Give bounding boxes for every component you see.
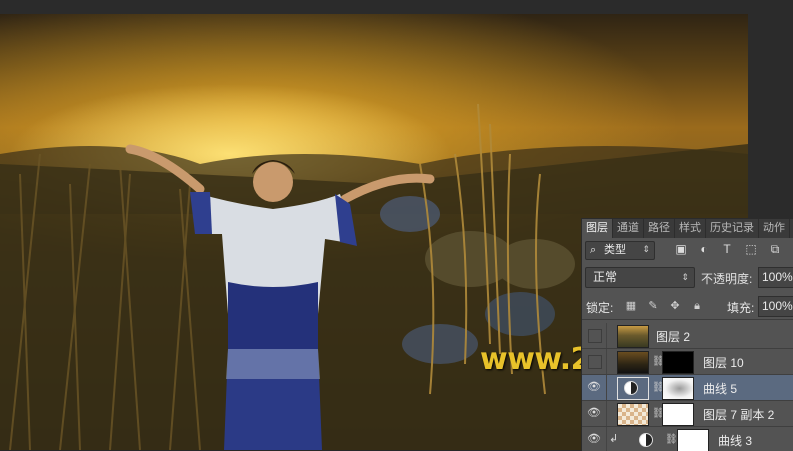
column-divider: [606, 323, 607, 348]
blend-row: 正常 ⇕ 不透明度: 100%: [582, 265, 793, 289]
layer-mask-thumbnail: [662, 351, 694, 374]
layer-name: 曲线 5: [703, 382, 738, 396]
visibility-toggle[interactable]: [588, 355, 602, 369]
lock-row: 锁定: ▦ ✎ ✥ 🔒︎ 填充: 100%: [582, 293, 793, 320]
layer-row[interactable]: 👁︎ ↲ ⛓︎ 曲线 3: [582, 427, 793, 451]
layer-row[interactable]: 👁︎ ⛓︎ 图层 7 副本 2: [582, 401, 793, 427]
lock-transparency-icon[interactable]: ▦: [624, 299, 638, 313]
layer-name: 图层 7 副本 2: [703, 408, 775, 422]
opacity-input[interactable]: 100%: [758, 267, 793, 288]
column-divider: [606, 375, 607, 400]
fill-input[interactable]: 100%: [758, 296, 793, 317]
lock-label: 锁定:: [586, 301, 614, 315]
tab-layers[interactable]: 图层: [582, 219, 613, 238]
layer-name: 图层 10: [703, 356, 744, 370]
blend-mode-value: 正常: [593, 270, 618, 284]
layer-row[interactable]: ⛓︎ 图层 10: [582, 349, 793, 375]
filter-kind-label: 类型: [604, 244, 626, 256]
lock-position-icon[interactable]: ✥: [668, 299, 682, 313]
lock-image-icon[interactable]: ✎: [646, 299, 660, 313]
shape-filter-icon[interactable]: ⬚: [744, 242, 758, 256]
eye-icon[interactable]: 👁︎: [585, 431, 603, 447]
type-filter-icon[interactable]: T: [720, 242, 734, 256]
tab-styles[interactable]: 样式: [675, 219, 706, 238]
layer-mask-thumbnail: [677, 429, 709, 451]
visibility-toggle[interactable]: [588, 329, 602, 343]
tab-actions[interactable]: 动作: [759, 219, 790, 238]
filter-row: ⌕ 类型 ⇕ ▣ ◐ T ⬚ ⧉: [582, 238, 793, 263]
layer-thumbnail: [617, 351, 649, 374]
layer-thumbnail: [617, 403, 649, 426]
layer-mask-thumbnail: [662, 403, 694, 426]
curves-adjustment-icon: [624, 381, 638, 395]
tab-paths[interactable]: 路径: [644, 219, 675, 238]
image-filter-icon[interactable]: ▣: [674, 242, 688, 256]
adjustment-filter-icon[interactable]: ◐: [697, 242, 711, 256]
column-divider: [606, 401, 607, 426]
tab-history[interactable]: 历史记录: [706, 219, 759, 238]
clipping-arrow-icon: ↲: [609, 433, 619, 445]
layer-row[interactable]: 👁︎ ⛓︎ 曲线 5: [582, 375, 793, 401]
updown-arrows-icon: ⇕: [642, 244, 650, 254]
curves-adjustment-icon: [639, 433, 653, 447]
tab-channels[interactable]: 通道: [613, 219, 644, 238]
layer-list: 图层 2 ⛓︎ 图层 10 👁︎ ⛓︎ 曲线 5 👁︎ ⛓︎ 图层 7 副本 2…: [582, 321, 793, 451]
column-divider: [606, 427, 607, 451]
layers-panel: 图层 通道 路径 样式 历史记录 动作 ⌕ 类型 ⇕ ▣ ◐ T ⬚ ⧉ 正常 …: [581, 218, 793, 451]
updown-arrows-icon: ⇕: [681, 272, 689, 282]
panel-tabs: 图层 通道 路径 样式 历史记录 动作: [582, 219, 793, 238]
column-divider: [606, 349, 607, 374]
smart-object-filter-icon[interactable]: ⧉: [768, 242, 782, 256]
layer-thumbnail: [617, 325, 649, 348]
layer-mask-thumbnail: [662, 377, 694, 400]
fill-label: 填充:: [727, 301, 755, 315]
filter-kind-select[interactable]: ⌕ 类型 ⇕: [585, 241, 655, 260]
opacity-label: 不透明度:: [701, 272, 753, 286]
lock-all-icon[interactable]: 🔒︎: [690, 299, 704, 313]
layer-name: 图层 2: [656, 330, 691, 344]
eye-icon[interactable]: 👁︎: [585, 379, 603, 395]
eye-icon[interactable]: 👁︎: [585, 405, 603, 421]
blend-mode-select[interactable]: 正常 ⇕: [585, 267, 695, 288]
chain-link-icon: ⛓︎: [665, 434, 678, 445]
layer-row[interactable]: 图层 2: [582, 323, 793, 349]
search-icon: ⌕: [590, 244, 597, 256]
layer-name: 曲线 3: [718, 434, 753, 448]
